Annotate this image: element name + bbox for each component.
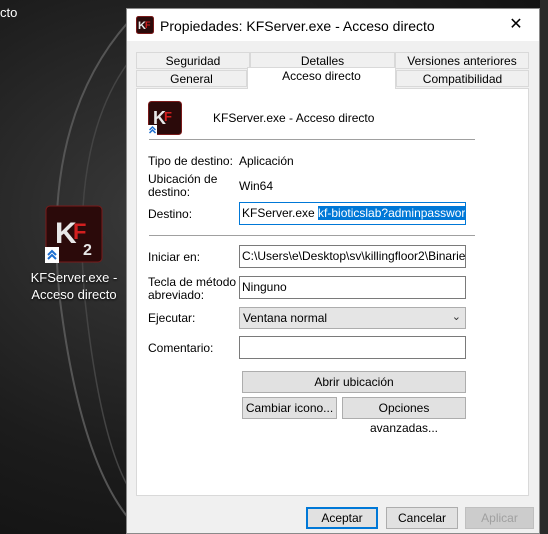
window-title: Propiedades: KFServer.exe - Acceso direc…: [160, 18, 435, 34]
comentario-label: Comentario:: [148, 341, 214, 355]
tab-panel-acceso-directo: K F KFServer.exe - Acceso directo Tipo d…: [136, 88, 529, 496]
ubicacion-destino-label-line1: Ubicación de: [148, 172, 218, 186]
ejecutar-select[interactable]: Ventana normal ⌄: [239, 307, 466, 329]
aceptar-button[interactable]: Aceptar: [306, 507, 378, 529]
chevron-down-icon: ⌄: [451, 311, 461, 323]
desktop-shortcut-kfserver[interactable]: K F 2 KFServer.exe - Acceso directo: [26, 205, 122, 303]
separator: [149, 235, 475, 236]
ubicacion-destino-value: Win64: [239, 179, 274, 193]
tipo-destino-label: Tipo de destino:: [148, 154, 233, 168]
svg-text:F: F: [164, 109, 172, 124]
tecla-label-line2: abreviado:: [148, 288, 205, 302]
destino-field[interactable]: KFServer.exe kf-bioticslab?adminpassword…: [239, 202, 466, 225]
comentario-field[interactable]: [239, 336, 466, 359]
aplicar-button[interactable]: Aplicar: [465, 507, 534, 529]
svg-text:2: 2: [83, 242, 92, 259]
opciones-avanzadas-button[interactable]: Opciones avanzadas...: [342, 397, 466, 435]
title-bar[interactable]: K F Propiedades: KFServer.exe - Acceso d…: [127, 9, 539, 41]
ejecutar-selected-value: Ventana normal: [243, 311, 328, 325]
tab-compatibilidad[interactable]: Compatibilidad: [396, 70, 529, 87]
tecla-metodo-abreviado-field[interactable]: Ninguno: [239, 276, 466, 299]
desktop-label-fragment: cto: [0, 5, 18, 20]
tab-seguridad[interactable]: Seguridad: [136, 52, 250, 69]
shortcut-name: KFServer.exe - Acceso directo: [213, 111, 375, 125]
tecla-label-line1: Tecla de método: [148, 275, 237, 289]
svg-text:F: F: [145, 20, 151, 30]
iniciar-en-label: Iniciar en:: [148, 250, 201, 264]
ejecutar-label: Ejecutar:: [148, 311, 196, 325]
tab-acceso-directo[interactable]: Acceso directo: [247, 67, 396, 89]
properties-dialog: K F Propiedades: KFServer.exe - Acceso d…: [126, 8, 540, 534]
abrir-ubicacion-button[interactable]: Abrir ubicación: [242, 371, 466, 393]
destino-selected-text: kf-bioticslab?adminpassword=123: [318, 206, 465, 220]
killing-floor-2-icon: K F 2: [45, 205, 103, 263]
shortcut-large-icon: K F: [148, 101, 182, 135]
svg-text:F: F: [73, 219, 86, 244]
desktop-shortcut-label: KFServer.exe - Acceso directo: [26, 269, 122, 303]
app-icon: K F: [136, 16, 154, 34]
close-icon[interactable]: ✕: [493, 9, 539, 41]
desktop-shortcut-label-line2: Acceso directo: [31, 287, 117, 302]
destino-text: KFServer.exe: [242, 206, 319, 220]
desktop-shortcut-label-line1: KFServer.exe -: [30, 270, 118, 285]
ubicacion-destino-label-line2: destino:: [148, 185, 191, 199]
cancelar-button[interactable]: Cancelar: [386, 507, 458, 529]
cambiar-icono-button[interactable]: Cambiar icono...: [242, 397, 337, 419]
destino-label: Destino:: [148, 207, 193, 221]
tab-versiones-anteriores[interactable]: Versiones anteriores: [395, 52, 529, 69]
iniciar-en-field[interactable]: C:\Users\e\Desktop\sv\killingfloor2\Bina…: [239, 245, 466, 268]
separator: [149, 139, 475, 140]
tab-general[interactable]: General: [136, 70, 247, 87]
tipo-destino-value: Aplicación: [239, 154, 294, 168]
desktop-right-edge: [540, 0, 548, 534]
